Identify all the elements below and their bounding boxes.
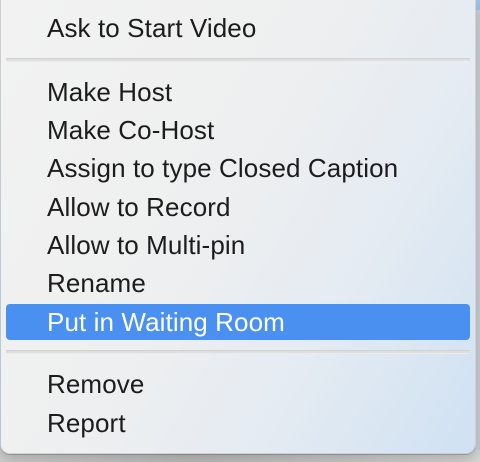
menu-item-allow-to-record[interactable]: Allow to Record [6,189,470,225]
menu-item-make-co-host[interactable]: Make Co-Host [6,112,470,148]
menu-separator [6,58,470,62]
menu-item-make-host[interactable]: Make Host [6,74,470,110]
menu-item-rename[interactable]: Rename [6,265,470,301]
menu-item-report[interactable]: Report [6,405,470,441]
menu-item-put-in-waiting-room[interactable]: Put in Waiting Room [6,304,470,340]
menu-separator [6,350,470,354]
menu-item-remove[interactable]: Remove [6,366,470,402]
screen: Ask to Start Video Make Host Make Co-Hos… [0,0,480,462]
menu-item-allow-to-multi-pin[interactable]: Allow to Multi-pin [6,227,470,263]
menu-item-assign-closed-caption[interactable]: Assign to type Closed Caption [6,150,470,186]
participant-context-menu: Ask to Start Video Make Host Make Co-Hos… [0,0,476,454]
menu-item-ask-to-start-video[interactable]: Ask to Start Video [6,10,470,46]
